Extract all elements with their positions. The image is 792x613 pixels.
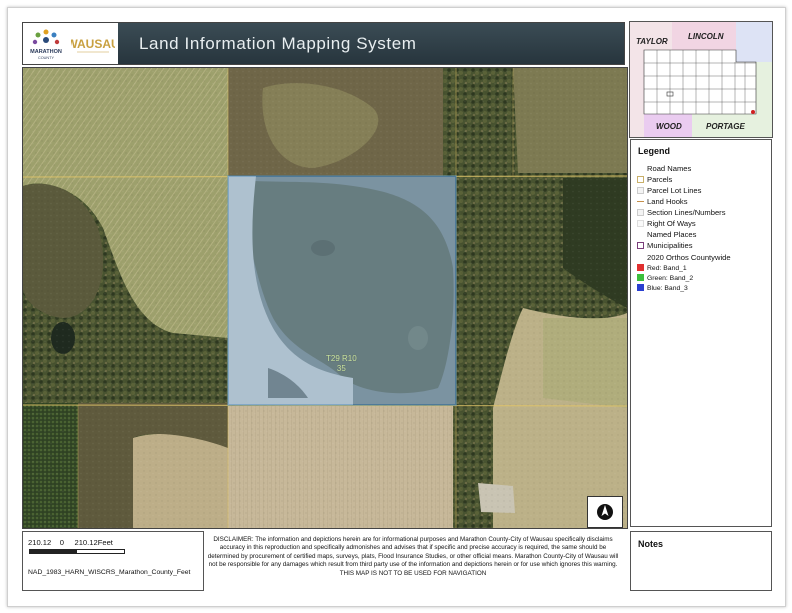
locator-label-taylor: TAYLOR <box>636 37 668 46</box>
svg-text:MARATHON: MARATHON <box>30 49 62 55</box>
scale-panel: 210.12 0 210.12Feet NAD_1983_HARN_WISCRS… <box>22 531 204 591</box>
north-arrow <box>587 496 623 528</box>
svg-text:COUNTY: COUNTY <box>38 56 54 60</box>
wausau-logo: WAUSAU <box>71 37 115 53</box>
locator-label-portage: PORTAGE <box>706 122 745 131</box>
parcel-township-label: T29 R10 <box>326 354 357 363</box>
legend-panel: Legend Road Names Parcels Parcel Lot Lin… <box>630 139 772 527</box>
aerial-imagery <box>23 68 627 528</box>
parcel-section-label: 35 <box>336 364 346 373</box>
legend-item-band-red: Red: Band_1 <box>637 264 687 274</box>
locator-label-wood: WOOD <box>656 122 682 131</box>
legend-title: Legend <box>638 146 671 156</box>
projection-label: NAD_1983_HARN_WISCRS_Marathon_County_Fee… <box>28 569 191 576</box>
legend-item-parcels: Parcels <box>637 175 672 185</box>
scale-zero: 0 <box>59 538 64 547</box>
parcel-label: T29 R10 35 <box>326 354 357 374</box>
legend-item-road-names: Road Names <box>647 164 692 173</box>
north-arrow-icon <box>597 504 613 520</box>
legend-item-band-green: Green: Band_2 <box>637 274 693 284</box>
locator-map[interactable]: TAYLOR LINCOLN WOOD PORTAGE <box>629 21 773 138</box>
locator-label-lincoln: LINCOLN <box>688 32 724 41</box>
notes-title: Notes <box>638 539 664 549</box>
legend-item-orthos: 2020 Orthos Countywide <box>647 253 731 262</box>
header: MARATHON COUNTY WAUSAU Land Information … <box>22 22 625 65</box>
logo-area: MARATHON COUNTY WAUSAU <box>23 23 118 64</box>
title-bar: Land Information Mapping System <box>118 23 624 64</box>
legend-item-land-hooks: Land Hooks <box>637 197 688 207</box>
disclaimer: DISCLAIMER: The information and depictio… <box>204 536 622 578</box>
scale-labels: 210.12 0 210.12Feet <box>28 538 113 547</box>
current-location-marker <box>751 110 755 114</box>
scale-right-value: 210.12Feet <box>74 538 113 547</box>
legend-item-section-lines: Section Lines/Numbers <box>637 208 726 218</box>
scale-bar <box>29 549 125 554</box>
page-title: Land Information Mapping System <box>139 34 417 53</box>
disclaimer-text: DISCLAIMER: The information and depictio… <box>207 536 619 569</box>
notes-panel: Notes <box>630 531 772 591</box>
marathon-county-logo: MARATHON COUNTY <box>30 29 62 60</box>
legend-item-municipalities: Municipalities <box>637 241 693 251</box>
legend-item-parcel-lot-lines: Parcel Lot Lines <box>637 186 701 196</box>
legend-item-right-of-ways: Right Of Ways <box>637 219 696 229</box>
disclaimer-navigation-warning: THIS MAP IS NOT TO BE USED FOR NAVIGATIO… <box>339 569 487 577</box>
legend-item-band-blue: Blue: Band_3 <box>637 284 688 294</box>
svg-text:WAUSAU: WAUSAU <box>71 37 115 51</box>
scale-left-value: 210.12 <box>28 538 52 547</box>
legend-item-named-places: Named Places <box>647 230 697 239</box>
map-view[interactable]: T29 R10 35 <box>22 67 628 529</box>
